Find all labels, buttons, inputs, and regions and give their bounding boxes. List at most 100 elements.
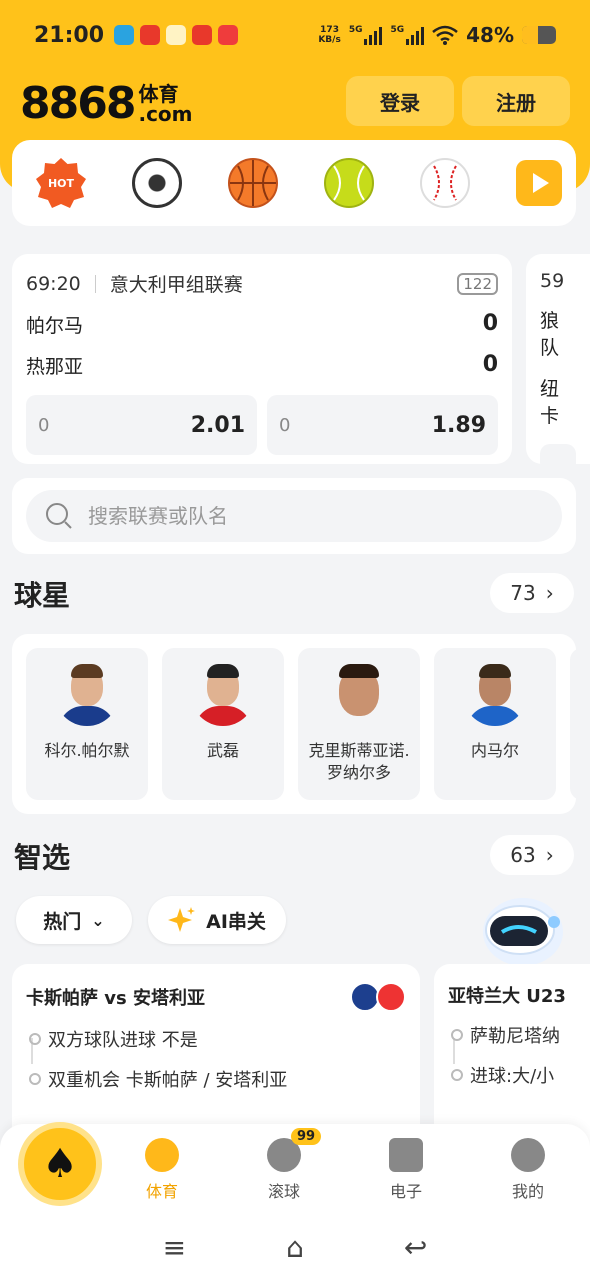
tab-live[interactable]: 99 滚球: [244, 1128, 324, 1202]
ai-parlay-label: AI串关: [206, 910, 266, 933]
match-card[interactable]: 69:20 意大利甲组联赛 122 帕尔马 0 热那亚 0 0 2.01 0 1…: [12, 254, 512, 464]
pick-line: 双方球队进球 不是: [26, 1026, 406, 1052]
network-speed-value: 173: [320, 25, 339, 35]
soccer-ball-icon: [145, 1138, 179, 1172]
pick-title: 亚特兰大 U23: [448, 986, 566, 1007]
avatar: [55, 662, 119, 726]
market-count-badge[interactable]: 122: [457, 272, 498, 295]
picks-count: 63: [510, 843, 536, 867]
logo-number: 8868: [20, 78, 136, 129]
chevron-right-icon: ›: [545, 843, 554, 867]
player-name: 科尔.帕尔默: [44, 741, 130, 760]
logo-text-bottom: .com: [138, 101, 193, 126]
tab-label: 电子: [389, 1182, 422, 1201]
spade-home-button[interactable]: ♠: [18, 1122, 102, 1206]
avatar: [463, 662, 527, 726]
slot-777-icon: [389, 1138, 423, 1172]
ai-parlay-button[interactable]: AI串关: [148, 896, 286, 944]
notification-icons: [114, 25, 239, 45]
player-card[interactable]: 内马尔: [434, 648, 556, 800]
user-icon: [511, 1138, 545, 1172]
stars-more-button[interactable]: 73 ›: [490, 573, 574, 613]
match-time: 69:20: [26, 272, 81, 295]
filter-label: 热门: [43, 910, 82, 933]
pick-title: 卡斯帕萨 vs 安塔利亚: [26, 988, 205, 1009]
player-card[interactable]: 克里斯蒂亚诺.罗纳尔多: [298, 648, 420, 800]
pick-line: 进球:大/小: [448, 1062, 576, 1088]
tab-sports[interactable]: 体育: [122, 1138, 202, 1202]
match-league: 意大利甲组联赛: [109, 274, 243, 296]
search-input[interactable]: [88, 504, 488, 528]
search-icon: [46, 503, 72, 529]
team-badges: [350, 982, 406, 1012]
brand-logo[interactable]: 8868 体育 .com: [20, 78, 193, 129]
status-right: 173 KB/s 5G 5G 48%: [318, 23, 556, 47]
away-team: 纽卡: [540, 378, 560, 427]
register-button[interactable]: 注册: [462, 76, 570, 126]
live-ball-icon: 99: [267, 1128, 322, 1172]
tab-label: 体育: [145, 1182, 178, 1201]
chevron-right-icon: ›: [545, 581, 554, 605]
search-bar[interactable]: [26, 490, 562, 542]
search-container: [12, 478, 576, 554]
tab-profile[interactable]: 我的: [488, 1138, 568, 1202]
antalyaspor-logo-icon: [376, 982, 406, 1012]
stars-list: 科尔.帕尔默 武磊 克里斯蒂亚诺.罗纳尔多 内马尔: [12, 634, 576, 814]
system-nav-bar: ≡ ⌂ ↩: [0, 1214, 590, 1280]
signal-icon: 5G: [349, 25, 383, 45]
wifi-icon: [432, 25, 458, 45]
odds-label: 0: [38, 414, 50, 436]
sports-nav: HOT: [12, 140, 576, 226]
stars-section-title: 球星: [14, 579, 71, 612]
away-team: 热那亚: [26, 356, 84, 378]
player-card[interactable]: 科尔.帕尔默: [26, 648, 148, 800]
chevron-down-icon: ⌄: [91, 910, 105, 930]
tab-label: 滚球: [267, 1182, 300, 1201]
tab-casino[interactable]: 电子: [366, 1138, 446, 1202]
battery-percent: 48%: [466, 23, 514, 47]
back-icon[interactable]: ↩: [404, 1231, 427, 1264]
logo-text-top: 体育: [138, 81, 179, 106]
pick-line: 双重机会 卡斯帕萨 / 安塔利亚: [26, 1066, 406, 1092]
player-card-partial[interactable]: [570, 648, 576, 800]
odds-label: 0: [279, 414, 291, 436]
baseball-icon[interactable]: [420, 158, 470, 208]
toutiao-icon: [192, 25, 213, 45]
match-time: 59: [540, 270, 565, 292]
network-speed: 173 KB/s: [318, 25, 340, 45]
sparkle-icon: [168, 907, 196, 932]
avatar: [327, 662, 391, 726]
robot-assistant-icon[interactable]: [478, 892, 568, 968]
picks-section-title: 智选: [14, 841, 71, 874]
hot-label: HOT: [47, 176, 75, 190]
player-card[interactable]: 武磊: [162, 648, 284, 800]
hot-icon[interactable]: HOT: [36, 158, 86, 208]
app-notification-icon: [166, 25, 187, 45]
soccer-ball-icon[interactable]: [132, 158, 182, 208]
status-bar: 21:00 173 KB/s 5G 5G 48%: [0, 0, 590, 70]
picks-more-button[interactable]: 63 ›: [490, 835, 574, 875]
sim1-label: 5G: [348, 25, 363, 35]
avatar: [191, 662, 255, 726]
signal-icon-2: 5G: [390, 25, 425, 45]
live-count-badge: 99: [291, 1128, 322, 1145]
sim2-label: 5G: [390, 25, 405, 35]
home-icon[interactable]: ⌂: [286, 1231, 304, 1264]
battery-icon: [522, 26, 556, 44]
basketball-icon[interactable]: [228, 158, 278, 208]
menu-icon[interactable]: ≡: [163, 1231, 186, 1264]
play-icon[interactable]: [516, 160, 562, 206]
network-speed-unit: KB/s: [318, 35, 341, 45]
filter-dropdown[interactable]: 热门 ⌄: [16, 896, 132, 944]
tennis-ball-icon[interactable]: [324, 158, 374, 208]
login-button[interactable]: 登录: [346, 76, 454, 126]
odds-button[interactable]: [540, 444, 576, 464]
away-score: 0: [482, 352, 498, 377]
tab-label: 我的: [511, 1182, 544, 1201]
home-score: 0: [482, 311, 498, 336]
stars-count: 73: [510, 581, 536, 605]
match-card-partial[interactable]: 59 狼队 纽卡: [526, 254, 590, 464]
odds-button-away[interactable]: 0 1.89: [267, 395, 498, 455]
player-name: 武磊: [206, 741, 239, 760]
odds-button-home[interactable]: 0 2.01: [26, 395, 257, 455]
